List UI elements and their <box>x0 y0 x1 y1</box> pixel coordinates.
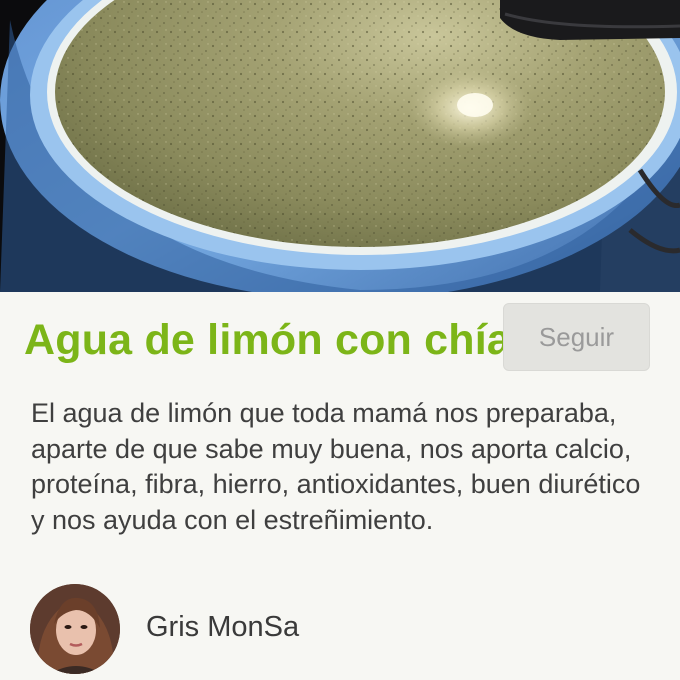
recipe-photo-image <box>0 0 680 292</box>
author-name[interactable]: Gris MonSa <box>146 611 299 644</box>
follow-button[interactable]: Seguir <box>503 303 650 371</box>
author-row: Gris MonSa <box>0 584 680 680</box>
author-avatar[interactable] <box>30 584 120 674</box>
recipe-card: Agua de limón con chía El agua de limón … <box>0 0 680 680</box>
avatar-photo-icon <box>30 584 120 674</box>
recipe-title[interactable]: Agua de limón con chía <box>24 316 511 365</box>
recipe-photo[interactable] <box>0 0 680 292</box>
recipe-description: El agua de limón que toda mamá nos prepa… <box>31 398 641 535</box>
